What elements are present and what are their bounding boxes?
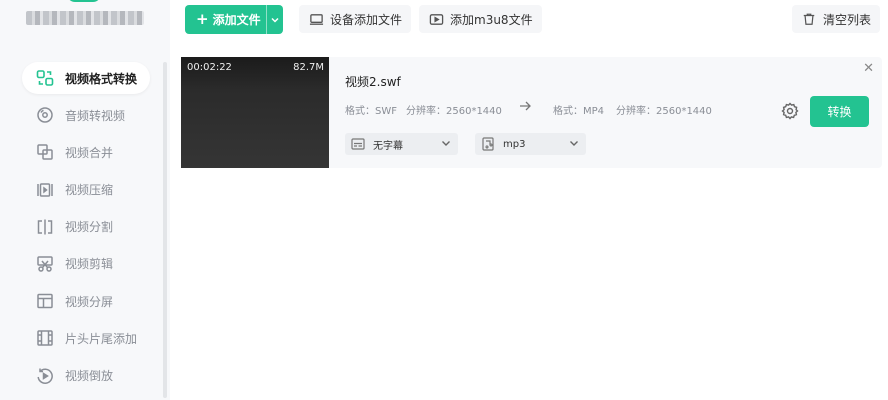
add-file-dropdown-toggle[interactable] <box>266 5 283 34</box>
settings-gear-icon[interactable] <box>781 102 799 120</box>
convert-button[interactable]: 转换 <box>810 96 869 127</box>
clear-list-label: 清空列表 <box>823 12 872 27</box>
film-strip-icon <box>36 329 54 347</box>
app-title: ███ ██ ███ <box>26 11 144 25</box>
arrow-right-icon <box>519 100 531 115</box>
video-duration: 00:02:22 <box>187 62 232 73</box>
add-file-button[interactable]: + 添加文件 <box>185 5 283 34</box>
subtitle-value: 无字幕 <box>373 140 403 152</box>
source-resolution: 分辨率：2560*1440 <box>406 106 502 117</box>
sidebar-item-video-split-screen[interactable]: 视频分屏 <box>22 285 150 317</box>
chevron-down-icon <box>440 137 452 152</box>
app-logo <box>67 0 101 2</box>
scissors-icon <box>36 255 54 273</box>
sidebar-item-audio-to-video[interactable]: 音频转视频 <box>22 99 150 131</box>
sidebar-item-video-compress[interactable]: 视频压缩 <box>22 174 150 206</box>
sidebar-item-label: 片头片尾添加 <box>65 331 138 346</box>
sidebar-scrollbar[interactable] <box>163 62 167 398</box>
trash-icon <box>801 11 817 27</box>
audio-file-icon <box>481 137 495 151</box>
disc-icon <box>36 106 54 124</box>
sidebar-item-video-split[interactable]: 视频分割 <box>22 211 150 243</box>
file-name: 视频2.swf <box>345 75 401 89</box>
video-thumbnail[interactable]: 00:02:22 82.7M <box>181 57 329 168</box>
sidebar-item-label: 音频转视频 <box>65 108 126 123</box>
add-m3u8-label: 添加m3u8文件 <box>450 12 533 27</box>
sidebar-item-video-edit[interactable]: 视频剪辑 <box>22 248 150 280</box>
sidebar-item-label: 视频分屏 <box>65 294 114 309</box>
split-screen-icon <box>36 292 54 310</box>
sidebar-nav: 视频格式转换 音频转视频 视频合并 视频压缩 视频分割 视频剪辑 视频分屏 片头… <box>22 62 150 397</box>
sidebar-item-video-format-convert[interactable]: 视频格式转换 <box>22 62 150 94</box>
sidebar-item-video-reverse[interactable]: 视频倒放 <box>22 360 150 392</box>
sidebar-item-label: 视频分割 <box>65 220 114 235</box>
audio-track-select[interactable]: mp3 <box>475 133 586 155</box>
sidebar-item-video-merge[interactable]: 视频合并 <box>22 136 150 168</box>
file-item-card: 00:02:22 82.7M 视频2.swf 格式：SWF 分辨率：2560*1… <box>181 57 882 168</box>
sidebar-item-label: 视频合并 <box>65 145 114 160</box>
sidebar-item-label: 视频压缩 <box>65 183 114 198</box>
compress-icon <box>36 181 54 199</box>
plus-icon: + <box>196 10 209 28</box>
split-icon <box>36 218 54 236</box>
add-file-label: 添加文件 <box>212 13 261 27</box>
sidebar: ███ ██ ███ 视频格式转换 音频转视频 视频合并 视频压缩 <box>0 0 170 400</box>
target-format: 格式：MP4 <box>553 106 605 117</box>
device-icon <box>308 11 324 27</box>
chevron-down-icon <box>568 137 580 152</box>
source-format: 格式：SWF <box>345 106 397 117</box>
target-resolution: 分辨率：2560*1440 <box>616 106 712 117</box>
sidebar-item-label: 视频剪辑 <box>65 257 114 272</box>
video-size: 82.7M <box>293 62 324 73</box>
subtitle-select[interactable]: 无字幕 <box>345 133 458 155</box>
add-m3u8-button[interactable]: 添加m3u8文件 <box>419 5 542 33</box>
subtitle-icon <box>351 137 365 151</box>
clear-list-button[interactable]: 清空列表 <box>792 5 881 33</box>
sidebar-item-intro-outro-add[interactable]: 片头片尾添加 <box>22 322 150 354</box>
audio-track-value: mp3 <box>503 138 526 150</box>
add-file-main[interactable]: + 添加文件 <box>185 5 266 34</box>
merge-icon <box>36 143 54 161</box>
sidebar-item-label: 视频倒放 <box>65 369 114 383</box>
sidebar-item-label: 视频格式转换 <box>65 71 138 86</box>
convert-format-icon <box>36 69 54 87</box>
remove-file-icon[interactable]: ✕ <box>863 61 874 76</box>
device-add-file-button[interactable]: 设备添加文件 <box>299 5 412 33</box>
reverse-icon <box>36 367 54 385</box>
video-play-icon <box>428 11 444 27</box>
device-add-file-label: 设备添加文件 <box>330 12 403 27</box>
chevron-down-icon <box>271 17 279 23</box>
